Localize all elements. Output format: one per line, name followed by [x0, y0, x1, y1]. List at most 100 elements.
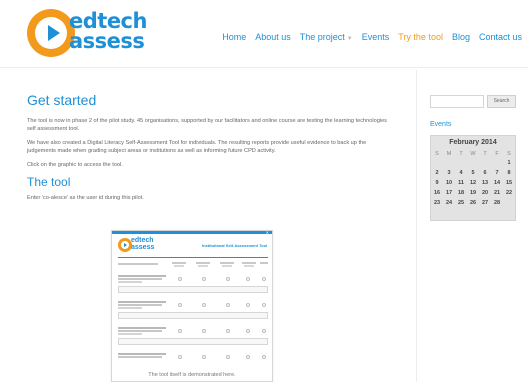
calendar-day[interactable]: 15: [503, 178, 515, 188]
radio-icon: [178, 329, 182, 333]
search-input[interactable]: [430, 95, 484, 108]
site-logo[interactable]: edtech assess: [27, 9, 167, 59]
calendar-day[interactable]: 20: [479, 188, 491, 198]
preview-question-row: [118, 275, 268, 297]
calendar-day[interactable]: 12: [467, 178, 479, 188]
events-calendar: February 2014 S M T W T F S 1 2 3 4 5 6 7 8 9 10 1…: [430, 135, 516, 221]
calendar-weekdays: S M T W T F S: [431, 149, 515, 158]
calendar-day[interactable]: 8: [503, 168, 515, 178]
calendar-day[interactable]: 23: [431, 198, 443, 208]
radio-icon: [178, 355, 182, 359]
radio-icon: [262, 329, 266, 333]
preview-logo-text: edtech assess: [131, 237, 154, 251]
radio-icon: [246, 355, 250, 359]
search-button[interactable]: Search: [487, 95, 516, 108]
nav-home[interactable]: Home: [222, 32, 246, 42]
nav-the-project-label: The project: [299, 32, 345, 42]
radio-icon: [178, 303, 182, 307]
weekday-label: S: [435, 150, 439, 157]
play-icon: [48, 25, 60, 41]
weekday-label: T: [483, 150, 487, 157]
radio-icon: [226, 277, 230, 281]
calendar-day[interactable]: 17: [443, 188, 455, 198]
logo-line-2: assess: [69, 29, 145, 53]
nav-events[interactable]: Events: [362, 32, 390, 42]
calendar-day: [443, 158, 455, 168]
weekday-label: M: [446, 150, 452, 157]
preview-question-row: [118, 327, 268, 349]
radio-icon: [226, 303, 230, 307]
radio-icon: [246, 277, 250, 281]
preview-logo-line-1: edtech: [131, 237, 154, 244]
calendar-week: 9 10 11 12 13 14 15: [431, 178, 515, 188]
nav-blog[interactable]: Blog: [452, 32, 470, 42]
calendar-day[interactable]: 10: [443, 178, 455, 188]
calendar-day[interactable]: 24: [443, 198, 455, 208]
main-nav: Home About us The project ▼ Events Try th…: [210, 30, 522, 44]
calendar-day[interactable]: 1: [503, 158, 515, 168]
calendar-week: 23 24 25 26 27 28: [431, 198, 515, 208]
calendar-day[interactable]: 21: [491, 188, 503, 198]
calendar-week: 16 17 18 19 20 21 22: [431, 188, 515, 198]
nav-the-project[interactable]: The project ▼: [300, 32, 353, 42]
calendar-day[interactable]: 9: [431, 178, 443, 188]
search-widget: Search: [430, 95, 516, 108]
nav-try-the-tool[interactable]: Try the tool: [398, 32, 443, 42]
radio-icon: [202, 355, 206, 359]
preview-divider: [118, 257, 268, 258]
calendar-day[interactable]: 7: [491, 168, 503, 178]
weekday-label: W: [470, 150, 476, 157]
calendar-grid: S M T W T F S 1 2 3 4 5 6 7 8 9 10 11 12 13 14 15 16 17 1…: [431, 149, 515, 208]
radio-icon: [202, 329, 206, 333]
preview-table-header: [118, 261, 268, 271]
calendar-week: 1: [431, 158, 515, 168]
tool-preview-graphic[interactable]: ✕ edtech assess Institutional Self-Asses…: [111, 230, 273, 382]
radio-icon: [226, 329, 230, 333]
nav-about-us[interactable]: About us: [255, 32, 291, 42]
logo-text: edtech assess: [69, 11, 147, 53]
radio-icon: [262, 303, 266, 307]
preview-comment-box: [118, 338, 268, 345]
radio-icon: [246, 303, 250, 307]
preview-comment-box: [118, 286, 268, 293]
play-icon: [124, 243, 127, 247]
digital-literacy-paragraph: We have also created a Digital Literacy …: [27, 140, 367, 154]
calendar-day[interactable]: 27: [479, 198, 491, 208]
calendar-day: [467, 158, 479, 168]
radio-icon: [178, 277, 182, 281]
preview-title: Institutional Self-Assessment Tool: [202, 243, 268, 248]
chevron-down-icon: ▼: [346, 36, 353, 42]
calendar-day[interactable]: 3: [443, 168, 455, 178]
preview-logo-icon: [118, 238, 132, 252]
calendar-day[interactable]: 13: [479, 178, 491, 188]
preview-top-bar: [112, 231, 272, 234]
calendar-day: [455, 158, 467, 168]
preview-question-row: [118, 301, 268, 323]
nav-contact-us[interactable]: Contact us: [479, 32, 522, 42]
calendar-day[interactable]: 5: [467, 168, 479, 178]
calendar-day[interactable]: 26: [467, 198, 479, 208]
calendar-day[interactable]: 11: [455, 178, 467, 188]
calendar-day[interactable]: 25: [455, 198, 467, 208]
calendar-day[interactable]: 28: [491, 198, 503, 208]
radio-icon: [262, 277, 266, 281]
calendar-day[interactable]: 14: [491, 178, 503, 188]
calendar-day[interactable]: 2: [431, 168, 443, 178]
column-divider: [416, 70, 417, 382]
calendar-day[interactable]: 16: [431, 188, 443, 198]
site-header: edtech assess Home About us The project ▼…: [0, 0, 528, 68]
preview-comment-box: [118, 312, 268, 319]
radio-icon: [246, 329, 250, 333]
section-title-the-tool: The tool: [27, 175, 71, 189]
calendar-day[interactable]: 6: [479, 168, 491, 178]
calendar-day: [479, 158, 491, 168]
calendar-day[interactable]: 4: [455, 168, 467, 178]
main-content: Get started The tool is now in phase 2 o…: [27, 92, 395, 208]
calendar-day[interactable]: 22: [503, 188, 515, 198]
logo-circle-icon: [27, 9, 75, 57]
weekday-label: S: [507, 150, 511, 157]
calendar-day[interactable]: 19: [467, 188, 479, 198]
page-title: Get started: [27, 92, 97, 108]
calendar-day[interactable]: 18: [455, 188, 467, 198]
events-heading: Events: [430, 121, 452, 128]
